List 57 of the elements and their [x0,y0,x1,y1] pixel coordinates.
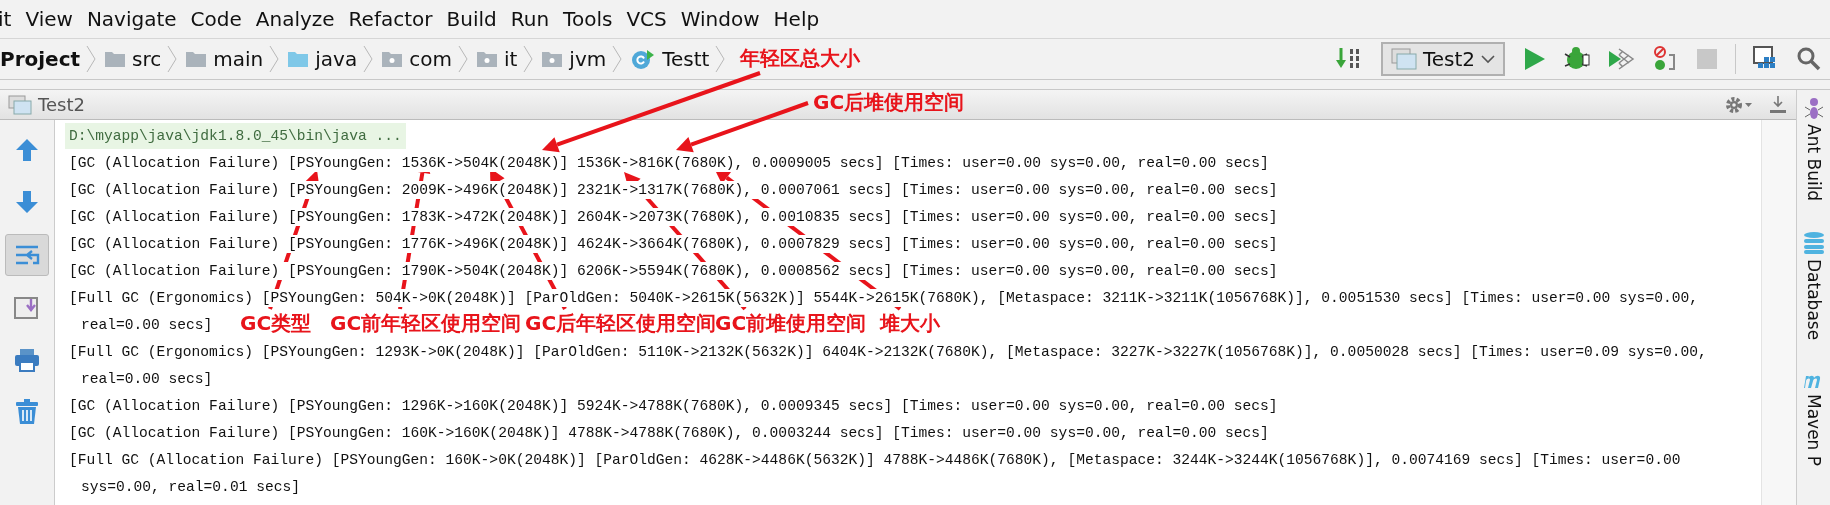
window-icon [8,94,32,115]
breadcrumb[interactable]: Testt [662,47,710,71]
menu-item[interactable]: Analyze [255,7,335,31]
package-folder-icon [541,50,564,68]
tool-window-button[interactable]: Ant Build [1802,96,1825,202]
chevron-icon [86,45,97,73]
coverage-icon[interactable] [1607,46,1635,72]
chevron-icon [363,45,374,73]
annotation-label: GC前堆使用空间 [715,310,867,336]
menu-item[interactable]: Build [446,7,497,31]
run-config-dropdown[interactable]: Test2 [1380,42,1505,76]
menu-item[interactable]: Code [190,7,242,31]
hide-icon[interactable] [1768,94,1788,115]
chevron-icon [715,45,726,73]
package-folder-icon [381,50,404,68]
annotation-label: 年轻区总大小 [740,45,860,71]
breadcrumb[interactable]: jvm [569,47,607,71]
menu-item[interactable]: Refactor [348,7,433,31]
tool-window-button[interactable]: Database [1802,231,1825,341]
breadcrumb[interactable]: java [315,47,358,71]
breadcrumb[interactable]: main [213,47,264,71]
menu-item[interactable]: Run [510,7,550,31]
folder-icon [287,50,310,68]
tool-window-title[interactable]: Test2 [38,94,85,115]
database-icon [1802,231,1825,256]
menu-item[interactable]: View [25,7,73,31]
annotation-label: GC后堆使用空间 [813,89,965,115]
settings-icon[interactable] [1724,94,1754,115]
chevron-icon [523,45,534,73]
chevron-icon [612,45,623,73]
ant-icon [1802,96,1825,120]
annotation-label: GC前年轻区使用空间 [330,310,522,336]
tool-window-button[interactable]: Maven P [1801,370,1826,467]
breadcrumb[interactable]: com [409,47,452,71]
chevron-icon [269,45,280,73]
menu-item[interactable]: it [0,7,12,31]
breadcrumb[interactable]: Project [0,47,81,71]
chevron-icon [167,45,178,73]
folder-icon [185,50,208,68]
menu-item[interactable]: Window [680,7,760,31]
menu-item[interactable]: Tools [563,7,613,31]
search-icon[interactable] [1796,46,1822,72]
chevron-icon [457,45,468,73]
package-folder-icon [475,50,498,68]
annotation-label: GC后年轻区使用空间 [525,310,717,336]
breadcrumb[interactable]: src [132,47,162,71]
folder-icon [104,50,127,68]
menu-item[interactable]: VCS [626,7,667,31]
breadcrumb[interactable]: it [503,47,518,71]
menu-item[interactable]: Navigate [86,7,177,31]
soft-wrap-icon[interactable] [5,234,49,276]
annotation-label: GC类型 [240,310,312,336]
annotation-label: 堆大小 [880,310,940,336]
menu-item[interactable]: Help [773,7,820,31]
bug-icon[interactable] [1563,46,1591,72]
window-icon [1390,48,1417,70]
caret-icon [1481,54,1495,64]
